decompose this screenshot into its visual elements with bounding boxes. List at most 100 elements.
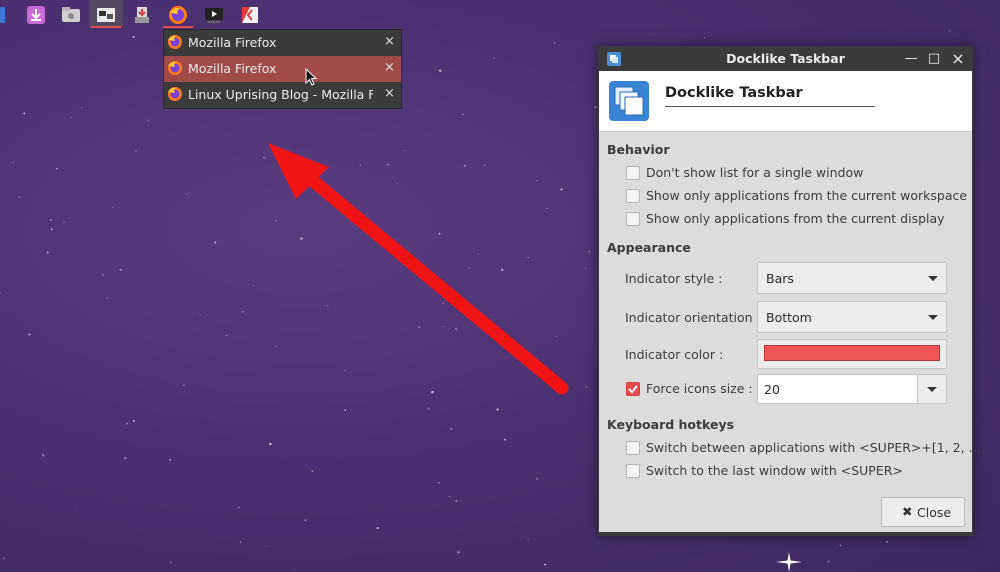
checkbox[interactable] bbox=[626, 189, 640, 203]
indicator-color-button[interactable] bbox=[757, 339, 947, 369]
star bbox=[225, 334, 228, 337]
active-indicator bbox=[163, 26, 193, 28]
taskbar-app-installer[interactable] bbox=[125, 0, 159, 28]
star bbox=[132, 35, 135, 38]
star bbox=[493, 57, 495, 59]
indicator-color-label: Indicator color : bbox=[625, 347, 724, 362]
minimize-button[interactable]: — bbox=[902, 50, 920, 68]
star bbox=[28, 333, 31, 336]
star bbox=[504, 438, 507, 441]
star bbox=[653, 33, 655, 35]
taskbar-app-pdf-viewer[interactable] bbox=[233, 0, 267, 28]
close-window-icon[interactable]: × bbox=[384, 60, 395, 75]
chevron-down-icon bbox=[927, 387, 937, 392]
star bbox=[2, 557, 5, 560]
taskbar-app-partial[interactable] bbox=[0, 0, 12, 28]
checkbox[interactable] bbox=[626, 166, 640, 180]
window-list-item[interactable]: Mozilla Firefox × bbox=[164, 30, 401, 56]
star bbox=[55, 167, 58, 170]
download-icon bbox=[27, 6, 45, 24]
star bbox=[50, 228, 53, 231]
star bbox=[496, 408, 499, 411]
star bbox=[275, 345, 277, 347]
star bbox=[454, 327, 458, 331]
star bbox=[455, 500, 458, 502]
star bbox=[886, 541, 888, 543]
star bbox=[376, 527, 379, 530]
star bbox=[555, 335, 557, 337]
star bbox=[112, 206, 114, 208]
checkbox-checked[interactable] bbox=[626, 382, 640, 396]
star bbox=[81, 107, 83, 109]
header-title: Docklike Taskbar bbox=[665, 85, 803, 101]
dialog-titlebar[interactable]: Docklike Taskbar — □ × bbox=[599, 47, 972, 71]
close-window-icon[interactable]: × bbox=[384, 34, 395, 49]
taskbar-app-file-manager[interactable] bbox=[54, 0, 88, 28]
star bbox=[450, 428, 453, 430]
option-label: Don't show list for a single window bbox=[646, 165, 864, 180]
taskbar-app-downloader[interactable] bbox=[19, 0, 53, 28]
star bbox=[239, 541, 242, 543]
star bbox=[106, 297, 108, 299]
pdf-viewer-icon bbox=[242, 7, 258, 23]
star bbox=[404, 149, 406, 152]
window-list-item[interactable]: Mozilla Firefox × bbox=[164, 56, 401, 82]
star bbox=[185, 193, 187, 195]
taskbar-app-screenshot[interactable] bbox=[89, 0, 123, 28]
indicator-orientation-select[interactable]: Bottom bbox=[757, 301, 947, 333]
window-list-item[interactable]: Linux Uprising Blog - Mozilla Fi... × bbox=[164, 82, 401, 108]
close-button-label: Close bbox=[917, 505, 952, 520]
app-partial-icon bbox=[0, 7, 5, 23]
star bbox=[560, 188, 563, 191]
star bbox=[827, 560, 830, 563]
docklike-settings-dialog: Docklike Taskbar — □ × Docklike Taskbar … bbox=[598, 46, 985, 536]
star bbox=[442, 302, 444, 304]
indicator-style-select[interactable]: Bars bbox=[757, 262, 947, 294]
color-swatch bbox=[764, 345, 940, 361]
star bbox=[468, 267, 470, 269]
close-window-icon[interactable]: × bbox=[384, 86, 395, 101]
file-manager-icon bbox=[62, 7, 80, 22]
star bbox=[418, 326, 421, 329]
checkbox[interactable] bbox=[626, 212, 640, 226]
installer-icon bbox=[135, 7, 149, 23]
behavior-heading: Behavior bbox=[607, 142, 670, 157]
dialog-bottom-border bbox=[599, 532, 972, 535]
star bbox=[489, 332, 491, 334]
star bbox=[484, 164, 486, 167]
screenshot-tool-icon bbox=[97, 8, 115, 22]
star bbox=[477, 253, 479, 255]
media-player-icon bbox=[205, 8, 223, 23]
star bbox=[344, 369, 346, 371]
star bbox=[546, 207, 548, 209]
checkbox[interactable] bbox=[626, 464, 640, 478]
star bbox=[457, 551, 460, 554]
star bbox=[535, 477, 539, 480]
close-button[interactable]: ✖ Close bbox=[881, 497, 965, 527]
star bbox=[949, 30, 951, 32]
star bbox=[169, 561, 172, 563]
star bbox=[501, 268, 504, 271]
star bbox=[300, 237, 303, 240]
maximize-button[interactable]: □ bbox=[925, 50, 943, 68]
star bbox=[0, 292, 1, 294]
star bbox=[135, 150, 137, 152]
star bbox=[102, 273, 105, 276]
star bbox=[169, 458, 171, 461]
chevron-down-icon bbox=[928, 315, 938, 320]
star bbox=[237, 506, 240, 509]
force-icons-size-combo[interactable]: 20 bbox=[757, 374, 947, 404]
indicator-orientation-label: Indicator orientation : bbox=[625, 310, 761, 325]
star bbox=[449, 495, 451, 498]
firefox-icon bbox=[168, 35, 182, 49]
taskbar-app-firefox[interactable] bbox=[161, 0, 195, 28]
star bbox=[294, 568, 295, 570]
star bbox=[585, 267, 587, 269]
star bbox=[241, 310, 244, 313]
checkbox[interactable] bbox=[626, 441, 640, 455]
selected-value: Bottom bbox=[766, 310, 812, 325]
close-window-button[interactable]: × bbox=[949, 50, 967, 68]
taskbar-app-media-player[interactable] bbox=[197, 0, 231, 28]
close-icon: ✖ bbox=[902, 504, 913, 519]
star bbox=[387, 164, 389, 166]
